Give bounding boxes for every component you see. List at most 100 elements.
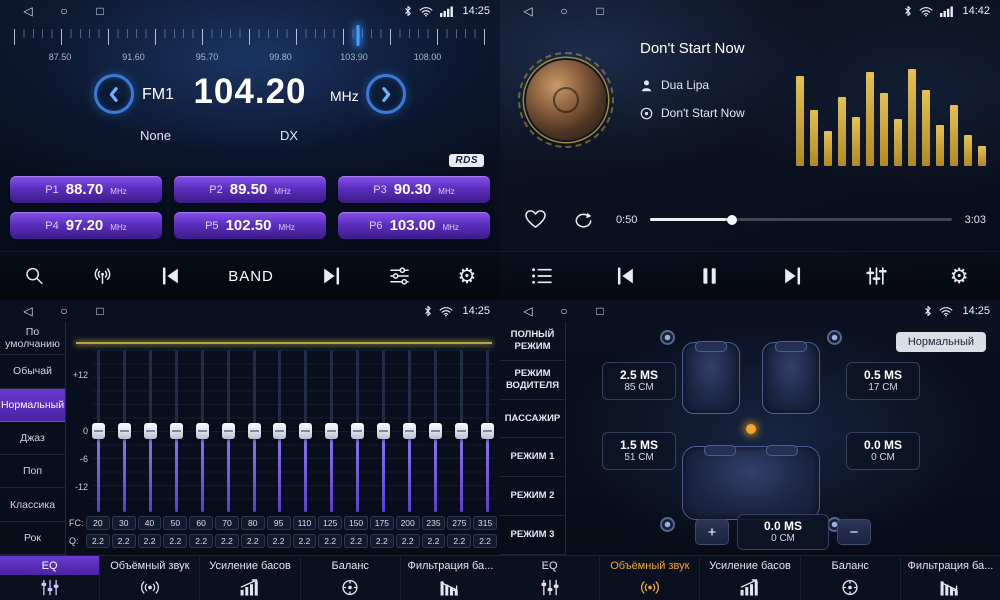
eq-band-slider[interactable] bbox=[325, 350, 338, 512]
eq-band-slider[interactable] bbox=[455, 350, 468, 512]
eq-band-slider[interactable] bbox=[144, 350, 157, 512]
previous-station-button[interactable] bbox=[156, 262, 185, 290]
slider-knob[interactable] bbox=[170, 423, 183, 439]
settings-button[interactable]: ⚙ bbox=[454, 262, 481, 291]
listening-mode-item[interactable]: ПАССАЖИР bbox=[500, 400, 565, 439]
delay-increase-button[interactable]: + bbox=[695, 519, 729, 545]
eq-preset-item[interactable]: Классика bbox=[0, 488, 65, 521]
favorite-button[interactable] bbox=[524, 209, 547, 232]
eq-preset-item[interactable]: Нормальный bbox=[0, 389, 65, 422]
eq-band-slider[interactable] bbox=[481, 350, 494, 512]
preset-button-p5[interactable]: P5 102.50 MHz bbox=[174, 212, 326, 239]
slider-knob[interactable] bbox=[351, 423, 364, 439]
preset-button-p4[interactable]: P4 97.20 MHz bbox=[10, 212, 162, 239]
audio-settings-button[interactable] bbox=[385, 262, 414, 290]
eq-band-slider[interactable] bbox=[92, 350, 105, 512]
eq-band-slider[interactable] bbox=[196, 350, 209, 512]
eq-preset-item[interactable]: Рок bbox=[0, 522, 65, 555]
tab-balance[interactable]: Баланс bbox=[801, 556, 901, 600]
slider-knob[interactable] bbox=[222, 423, 235, 439]
listening-mode-item[interactable]: РЕЖИМ ВОДИТЕЛЯ bbox=[500, 361, 565, 400]
eq-band-slider[interactable] bbox=[403, 350, 416, 512]
home-icon[interactable]: ○ bbox=[46, 4, 82, 18]
tab-bass-boost[interactable]: Усиление басов bbox=[700, 556, 800, 600]
slider-knob[interactable] bbox=[299, 423, 312, 439]
recents-icon[interactable]: □ bbox=[582, 4, 618, 18]
recents-icon[interactable]: □ bbox=[582, 304, 618, 318]
tab-surround-sound[interactable]: Объёмный звук bbox=[100, 556, 200, 600]
tab-eq[interactable]: EQ bbox=[0, 556, 100, 600]
next-station-button[interactable] bbox=[317, 262, 346, 290]
back-icon[interactable]: ◁ bbox=[510, 304, 546, 318]
slider-knob[interactable] bbox=[273, 423, 286, 439]
passenger-seat[interactable] bbox=[762, 342, 820, 414]
back-icon[interactable]: ◁ bbox=[10, 4, 46, 18]
home-icon[interactable]: ○ bbox=[546, 304, 582, 318]
slider-knob[interactable] bbox=[325, 423, 338, 439]
back-icon[interactable]: ◁ bbox=[10, 304, 46, 318]
eq-band-slider[interactable] bbox=[118, 350, 131, 512]
band-button[interactable]: BAND bbox=[224, 264, 278, 289]
slider-knob[interactable] bbox=[118, 423, 131, 439]
progress-knob[interactable] bbox=[727, 215, 737, 225]
previous-track-button[interactable] bbox=[611, 262, 640, 290]
eq-preset-item[interactable]: Поп bbox=[0, 455, 65, 488]
preset-button-p6[interactable]: P6 103.00 MHz bbox=[338, 212, 490, 239]
eq-band-slider[interactable] bbox=[377, 350, 390, 512]
rear-seat[interactable] bbox=[682, 446, 820, 520]
listening-mode-item[interactable]: РЕЖИМ 2 bbox=[500, 477, 565, 516]
eq-band-slider[interactable] bbox=[299, 350, 312, 512]
eq-preset-item[interactable]: Джаз bbox=[0, 422, 65, 455]
tab-surround-sound[interactable]: Объёмный звук bbox=[600, 556, 700, 600]
repeat-button[interactable] bbox=[572, 210, 595, 233]
pause-button[interactable] bbox=[695, 262, 724, 290]
equalizer-button[interactable] bbox=[862, 262, 891, 290]
slider-knob[interactable] bbox=[144, 423, 157, 439]
tab-bass-boost[interactable]: Усиление басов bbox=[200, 556, 300, 600]
preset-button-p1[interactable]: P1 88.70 MHz bbox=[10, 176, 162, 203]
eq-preset-item[interactable]: По умолчанию bbox=[0, 322, 65, 355]
tab-eq[interactable]: EQ bbox=[500, 556, 600, 600]
sliders-icon bbox=[389, 266, 410, 286]
eq-preset-item[interactable]: Обычай bbox=[0, 355, 65, 388]
tune-up-button[interactable] bbox=[366, 74, 406, 114]
eq-band-slider[interactable] bbox=[351, 350, 364, 512]
tab-filter[interactable]: Фильтрация ба... bbox=[401, 556, 500, 600]
sound-profile-button[interactable]: Нормальный bbox=[896, 332, 986, 352]
eq-band-slider[interactable] bbox=[248, 350, 261, 512]
home-icon[interactable]: ○ bbox=[546, 4, 582, 18]
listening-position-dot[interactable] bbox=[746, 424, 756, 434]
listening-mode-item[interactable]: РЕЖИМ 3 bbox=[500, 516, 565, 555]
slider-knob[interactable] bbox=[92, 423, 105, 439]
preset-button-p2[interactable]: P2 89.50 MHz bbox=[174, 176, 326, 203]
next-track-button[interactable] bbox=[778, 262, 807, 290]
slider-knob[interactable] bbox=[377, 423, 390, 439]
slider-knob[interactable] bbox=[248, 423, 261, 439]
eq-band-slider[interactable] bbox=[273, 350, 286, 512]
recents-icon[interactable]: □ bbox=[82, 4, 118, 18]
slider-knob[interactable] bbox=[455, 423, 468, 439]
scan-stations-button[interactable] bbox=[88, 262, 117, 290]
recents-icon[interactable]: □ bbox=[82, 304, 118, 318]
eq-band-slider[interactable] bbox=[429, 350, 442, 512]
eq-band-slider[interactable] bbox=[222, 350, 235, 512]
slider-knob[interactable] bbox=[403, 423, 416, 439]
delay-decrease-button[interactable]: − bbox=[837, 519, 871, 545]
slider-knob[interactable] bbox=[429, 423, 442, 439]
preset-button-p3[interactable]: P3 90.30 MHz bbox=[338, 176, 490, 203]
progress-slider[interactable] bbox=[650, 218, 952, 221]
driver-seat[interactable] bbox=[682, 342, 740, 414]
search-button[interactable] bbox=[20, 262, 49, 290]
tab-filter[interactable]: Фильтрация ба... bbox=[901, 556, 1000, 600]
tab-balance[interactable]: Баланс bbox=[301, 556, 401, 600]
home-icon[interactable]: ○ bbox=[46, 304, 82, 318]
slider-knob[interactable] bbox=[481, 423, 494, 439]
listening-mode-item[interactable]: ПОЛНЫЙ РЕЖИМ bbox=[500, 322, 565, 361]
listening-mode-item[interactable]: РЕЖИМ 1 bbox=[500, 438, 565, 477]
playlist-button[interactable] bbox=[527, 262, 556, 290]
settings-button[interactable]: ⚙ bbox=[946, 262, 973, 291]
tune-down-button[interactable] bbox=[94, 74, 134, 114]
back-icon[interactable]: ◁ bbox=[510, 4, 546, 18]
eq-band-slider[interactable] bbox=[170, 350, 183, 512]
slider-knob[interactable] bbox=[196, 423, 209, 439]
